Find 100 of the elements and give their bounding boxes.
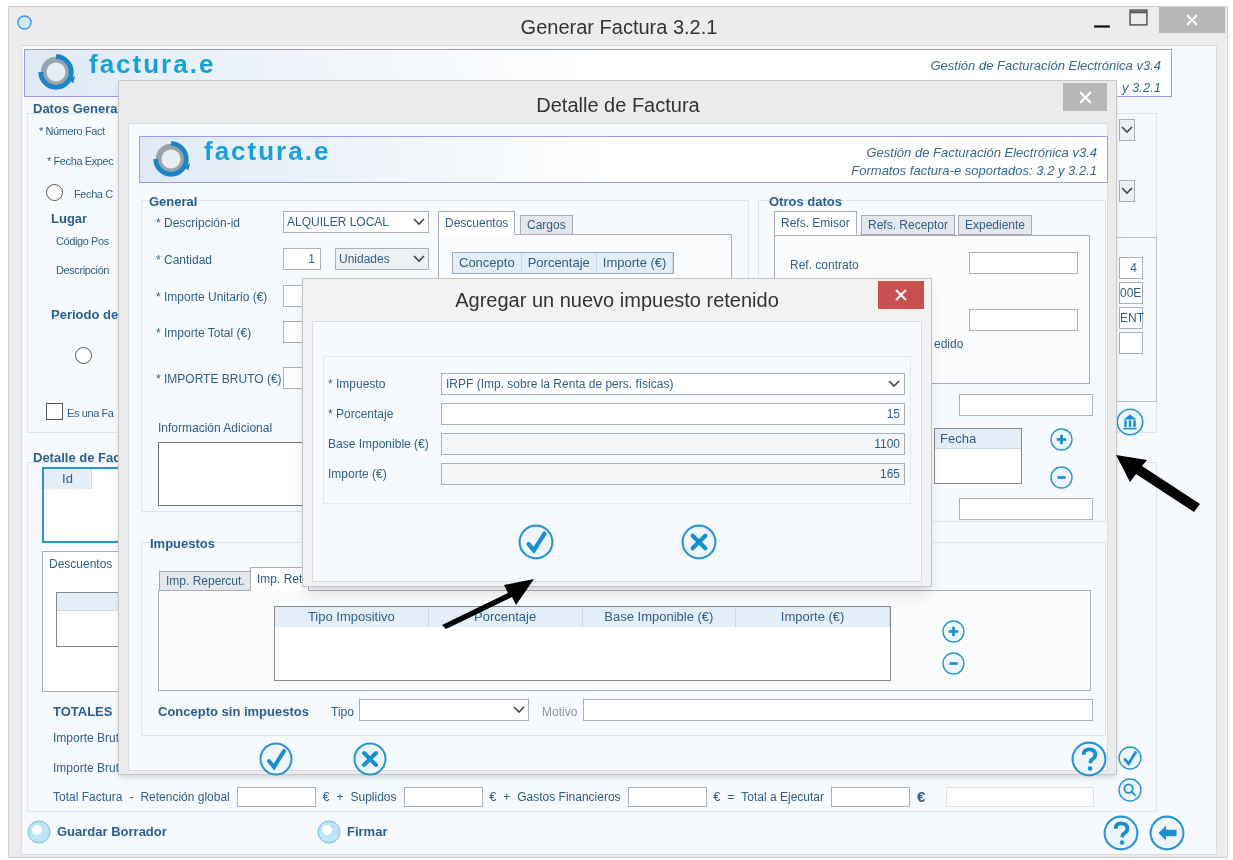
input-field[interactable]: 00E bbox=[1119, 282, 1143, 304]
group-title: Lugar bbox=[51, 210, 88, 228]
radio-button[interactable] bbox=[46, 184, 63, 201]
confirm-icon[interactable] bbox=[259, 742, 293, 776]
column-header: Importe (€) bbox=[596, 253, 674, 273]
field-label: Importe (€) bbox=[328, 466, 388, 483]
input-field[interactable]: 4 bbox=[1119, 257, 1143, 279]
chevron-down-icon bbox=[413, 218, 425, 226]
input-field[interactable]: 1 bbox=[283, 248, 321, 270]
orb-icon bbox=[317, 820, 341, 844]
field-label: Importe Brut bbox=[53, 730, 120, 747]
tab[interactable]: Imp. Repercut. bbox=[159, 571, 252, 591]
input-field[interactable] bbox=[283, 367, 303, 389]
input-field[interactable] bbox=[627, 787, 707, 808]
close-icon bbox=[1078, 90, 1092, 104]
app-icon bbox=[17, 15, 32, 30]
close-button[interactable] bbox=[1159, 7, 1225, 33]
chevron-down-icon bbox=[513, 706, 525, 714]
total-label: € bbox=[489, 789, 497, 807]
chevron-down-icon bbox=[413, 255, 425, 263]
dropdown[interactable]: IRPF (Imp. sobre la Renta de pers. físicas) bbox=[441, 373, 905, 395]
section-title: Concepto sin impuestos bbox=[158, 703, 309, 721]
dropdown[interactable] bbox=[1119, 180, 1135, 202]
window-title: Agregar un nuevo impuesto retenido bbox=[455, 288, 779, 313]
bank-icon[interactable] bbox=[1116, 408, 1144, 436]
radio-button[interactable] bbox=[75, 347, 92, 364]
tab[interactable]: Expediente bbox=[958, 215, 1033, 235]
remove-icon[interactable] bbox=[942, 652, 965, 675]
close-button[interactable] bbox=[878, 281, 924, 309]
radio-label: Fecha C bbox=[74, 187, 113, 202]
tab[interactable]: Refs. Receptor bbox=[861, 215, 956, 235]
search-icon[interactable] bbox=[1118, 778, 1142, 802]
chevron-down-icon bbox=[888, 380, 900, 388]
column-header: Tipo Impositivo bbox=[275, 607, 429, 627]
input-field[interactable] bbox=[283, 321, 303, 343]
field-label: * Importe Total (€) bbox=[156, 325, 252, 342]
input-field: 165 bbox=[441, 463, 905, 485]
maximize-icon[interactable] bbox=[1129, 9, 1148, 26]
field-label: Descripción bbox=[56, 263, 110, 278]
app-subtitle: Gestión de Facturación Electrónica v3.4 bbox=[930, 57, 1161, 75]
column-header: Concepto bbox=[453, 253, 522, 273]
total-label: € bbox=[917, 787, 926, 807]
column-header: Porcentaje bbox=[521, 253, 597, 273]
total-label: € bbox=[713, 789, 721, 807]
cancel-icon[interactable] bbox=[680, 524, 717, 560]
total-label: Retención global bbox=[140, 789, 230, 807]
input-field[interactable] bbox=[403, 787, 483, 808]
chevron-down-icon bbox=[1121, 126, 1133, 134]
total-label: Total a Ejecutar bbox=[741, 789, 825, 807]
total-label: + bbox=[503, 789, 511, 807]
add-icon[interactable] bbox=[942, 620, 965, 643]
chevron-down-icon bbox=[1121, 187, 1133, 195]
input-field[interactable] bbox=[969, 252, 1078, 274]
confirm-icon[interactable] bbox=[517, 524, 554, 560]
field-label: Información Adicional bbox=[158, 420, 273, 437]
field-label: edido bbox=[934, 336, 964, 353]
input-field[interactable] bbox=[959, 394, 1093, 416]
logo-text: factura.e bbox=[204, 134, 331, 168]
help-icon[interactable] bbox=[1103, 815, 1139, 851]
field-label: Base Imponible (€) bbox=[328, 436, 430, 453]
dropdown[interactable]: Unidades bbox=[335, 248, 429, 270]
tab[interactable]: Descuentos bbox=[438, 211, 516, 235]
remove-icon[interactable] bbox=[1050, 466, 1073, 489]
help-icon[interactable] bbox=[1071, 741, 1107, 777]
text-area[interactable] bbox=[158, 442, 303, 506]
cancel-icon[interactable] bbox=[353, 742, 387, 776]
column-header: Importe (€) bbox=[736, 607, 890, 627]
app-subtitle: Gestión de Facturación Electrónica v3.4 bbox=[866, 144, 1097, 162]
tab[interactable]: Cargos bbox=[520, 215, 573, 235]
field-label: Importe Brut bbox=[53, 760, 120, 777]
dropdown[interactable] bbox=[1119, 119, 1135, 141]
input-field[interactable]: ENT bbox=[1119, 307, 1143, 329]
logo-text: factura.e bbox=[89, 47, 216, 81]
tab[interactable]: Descuentos bbox=[49, 555, 113, 573]
total-label: Suplidos bbox=[350, 789, 397, 807]
field-label: * Cantidad bbox=[156, 252, 213, 269]
supported-formats: Formatos factura-e soportados: 3.2 y 3.2.1 bbox=[851, 162, 1097, 180]
check-icon[interactable] bbox=[1118, 746, 1142, 770]
total-label: - bbox=[129, 789, 134, 807]
input-field[interactable] bbox=[831, 787, 911, 808]
input-field[interactable] bbox=[969, 309, 1078, 331]
input-field[interactable] bbox=[583, 699, 1093, 721]
field-label: * Porcentaje bbox=[328, 406, 395, 423]
add-icon[interactable] bbox=[1050, 428, 1073, 451]
action-button[interactable]: Guardar Borrador bbox=[27, 820, 167, 844]
logo-icon bbox=[35, 51, 77, 93]
field-label: Ref. contrato bbox=[790, 257, 859, 274]
input-field[interactable] bbox=[283, 285, 303, 307]
logo-icon bbox=[150, 138, 192, 180]
input-field[interactable]: 15 bbox=[441, 403, 905, 425]
field-label: * Fecha Expec bbox=[47, 154, 114, 169]
dropdown[interactable]: ALQUILER LOCAL bbox=[283, 211, 429, 233]
close-button[interactable] bbox=[1063, 83, 1107, 111]
tab[interactable]: Refs. Emisor bbox=[774, 211, 857, 235]
input-field[interactable] bbox=[236, 787, 316, 808]
checkbox-label: Es una Fa bbox=[67, 406, 114, 421]
input-field[interactable] bbox=[1119, 332, 1143, 354]
action-button[interactable]: Firmar bbox=[317, 820, 388, 844]
input-field[interactable] bbox=[959, 498, 1093, 520]
checkbox[interactable] bbox=[46, 403, 63, 420]
